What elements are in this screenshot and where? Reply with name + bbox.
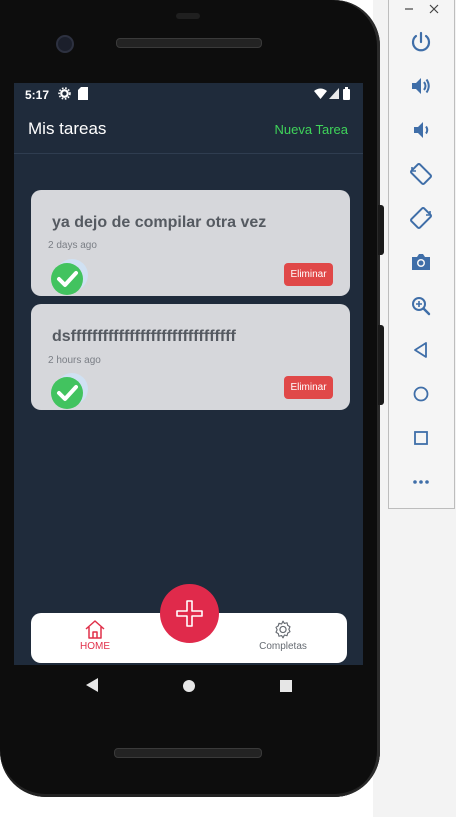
task-time: 2 hours ago bbox=[48, 355, 101, 366]
app-bar: Mis tareas Nueva Tarea bbox=[14, 107, 363, 154]
plus-icon bbox=[176, 600, 203, 627]
task-title: ya dejo de compilar otra vez bbox=[52, 214, 267, 231]
page-title: Mis tareas bbox=[28, 119, 107, 138]
more-icon[interactable] bbox=[409, 470, 433, 494]
rotate-left-icon[interactable] bbox=[409, 162, 433, 186]
gear-icon bbox=[238, 619, 328, 641]
delete-button[interactable]: Eliminar bbox=[284, 263, 333, 286]
app-screen: 5:17 Mis tareas Nueva Tarea ya dejo de c… bbox=[14, 83, 363, 665]
volume-up-icon[interactable] bbox=[409, 74, 433, 98]
home-icon bbox=[50, 619, 140, 641]
volume-side-button bbox=[378, 205, 384, 255]
earpiece bbox=[176, 13, 200, 19]
task-card: dsfffffffffffffffffffffffffffffff 2 hour… bbox=[31, 304, 350, 410]
back-nav-icon[interactable] bbox=[86, 678, 98, 697]
check-complete-icon[interactable] bbox=[50, 371, 90, 411]
sd-card-icon bbox=[78, 87, 88, 103]
status-time: 5:17 bbox=[25, 88, 50, 102]
power-icon[interactable] bbox=[409, 30, 433, 54]
task-title: dsfffffffffffffffffffffffffffffff bbox=[52, 328, 236, 345]
settings-status-icon bbox=[58, 87, 71, 103]
close-icon[interactable] bbox=[428, 2, 440, 20]
rotate-right-icon[interactable] bbox=[409, 206, 433, 230]
new-task-button[interactable]: Nueva Tarea bbox=[275, 122, 348, 137]
check-complete-icon[interactable] bbox=[50, 257, 90, 297]
home-nav-icon[interactable] bbox=[183, 679, 195, 697]
nav-completed-label: Completas bbox=[259, 641, 307, 652]
emulator-toolbar bbox=[388, 0, 455, 509]
zoom-icon[interactable] bbox=[409, 294, 433, 318]
top-speaker bbox=[116, 38, 262, 48]
nav-home[interactable]: HOME bbox=[50, 619, 140, 652]
front-camera bbox=[56, 35, 74, 53]
recents-nav-icon[interactable] bbox=[280, 679, 292, 697]
wifi-icon bbox=[314, 88, 327, 102]
bottom-speaker bbox=[114, 748, 262, 758]
signal-icon bbox=[329, 88, 339, 102]
power-side-button bbox=[378, 325, 384, 405]
battery-icon bbox=[343, 87, 350, 103]
delete-button[interactable]: Eliminar bbox=[284, 376, 333, 399]
back-icon[interactable] bbox=[409, 338, 433, 362]
task-time: 2 days ago bbox=[48, 240, 97, 251]
camera-icon[interactable] bbox=[409, 250, 433, 274]
volume-down-icon[interactable] bbox=[409, 118, 433, 142]
system-nav-bar bbox=[14, 665, 363, 707]
add-task-button[interactable] bbox=[160, 584, 219, 643]
home-icon[interactable] bbox=[409, 382, 433, 406]
nav-completed[interactable]: Completas bbox=[238, 619, 328, 652]
overview-icon[interactable] bbox=[409, 426, 433, 450]
nav-home-label: HOME bbox=[80, 641, 110, 652]
minimize-icon[interactable] bbox=[403, 2, 415, 20]
task-card: ya dejo de compilar otra vez 2 days ago … bbox=[31, 190, 350, 296]
status-bar: 5:17 bbox=[14, 83, 363, 107]
